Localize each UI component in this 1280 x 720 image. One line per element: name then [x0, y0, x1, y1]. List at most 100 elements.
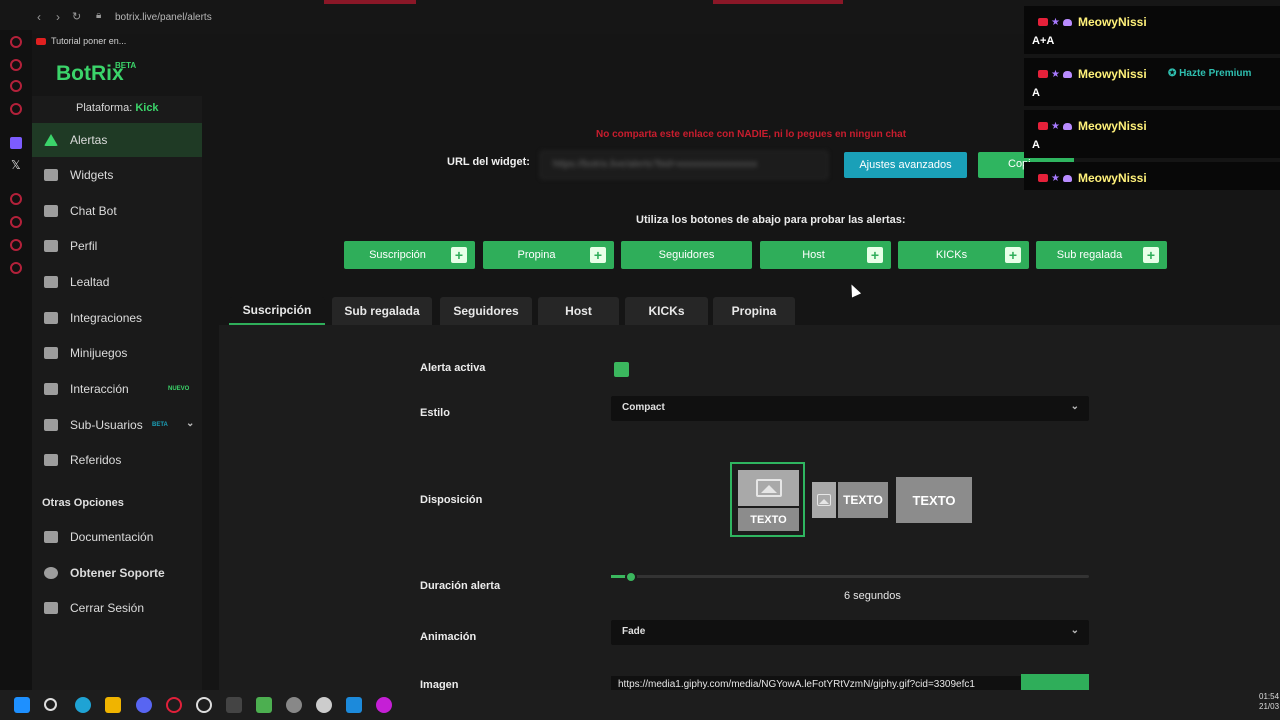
test-suscripcion-button[interactable]: Suscripción +	[344, 241, 475, 269]
tab-propina[interactable]: Propina	[713, 297, 795, 325]
back-icon[interactable]: ‹	[37, 10, 41, 24]
trophy-icon	[44, 276, 58, 288]
image-placeholder	[738, 470, 799, 506]
sidebar-item-soporte[interactable]: Obtener Soporte	[32, 556, 202, 590]
sidebar-app-icon[interactable]	[10, 239, 22, 251]
sidebar-item-sub-usuarios[interactable]: Sub-Usuarios BETA ⌄	[32, 408, 202, 442]
minecraft-icon[interactable]	[256, 697, 272, 713]
sidebar-app-icon[interactable]	[10, 80, 22, 92]
history-icon[interactable]	[10, 216, 22, 228]
tab-kicks[interactable]: KICKs	[625, 297, 708, 325]
search-icon[interactable]	[44, 698, 57, 711]
settings-icon[interactable]	[10, 262, 22, 274]
twitch-icon[interactable]	[10, 137, 22, 149]
discord-icon[interactable]	[136, 697, 152, 713]
duration-label: Duración alerta	[420, 580, 501, 592]
chat-message: ★ MeowyNissi A+A	[1024, 6, 1280, 54]
chevron-down-icon[interactable]: ⌄	[186, 418, 194, 429]
animation-select[interactable]: Fade ⌄	[611, 620, 1089, 645]
layout-option-stacked[interactable]: TEXTO	[730, 462, 805, 537]
obs-icon[interactable]	[196, 697, 212, 713]
test-propina-button[interactable]: Propina +	[483, 241, 614, 269]
logo-beta-badge: BETA	[115, 61, 137, 70]
tab-sub-regalada[interactable]: Sub regalada	[332, 297, 432, 325]
chat-message: ★ MeowyNissi	[1024, 162, 1280, 190]
layout-text-sample: TEXTO	[838, 482, 888, 518]
windows-start-icon[interactable]	[14, 697, 30, 713]
edge-icon[interactable]	[75, 697, 91, 713]
image-icon	[755, 479, 782, 497]
test-button-label: Seguidores	[658, 249, 715, 261]
sidebar-item-label: Widgets	[70, 168, 114, 182]
widgets-icon	[44, 169, 58, 181]
alert-active-checkbox[interactable]	[614, 362, 629, 377]
duration-slider-track[interactable]	[611, 575, 1089, 578]
music-note-icon	[44, 383, 58, 395]
premium-link[interactable]: ✪ Hazte Premium	[1168, 68, 1251, 79]
test-button-label: KICKs	[935, 249, 968, 261]
broadcaster-badge-icon	[1038, 122, 1048, 130]
opera-icon[interactable]	[10, 36, 22, 48]
sidebar-app-icon[interactable]	[10, 103, 22, 115]
other-options-heading: Otras Opciones	[42, 497, 124, 509]
integrations-icon	[44, 312, 58, 324]
logo[interactable]: BotRix	[56, 62, 124, 86]
sidebar-item-chat-bot[interactable]: Chat Bot	[32, 194, 202, 228]
chat-text: A	[1032, 87, 1040, 99]
referrals-icon	[44, 454, 58, 466]
premium-label: Hazte Premium	[1179, 68, 1252, 79]
app-icon[interactable]	[286, 697, 302, 713]
sidebar-item-integraciones[interactable]: Integraciones	[32, 301, 202, 335]
steam-icon[interactable]	[316, 697, 332, 713]
widget-url-field[interactable]: https://botrix.live/alerts?bid=xxxxxxxxx…	[540, 151, 828, 179]
sidebar-item-perfil[interactable]: Perfil	[32, 229, 202, 263]
system-clock[interactable]: 01:54 21/03	[1259, 692, 1279, 712]
sidebar-item-lealtad[interactable]: Lealtad	[32, 265, 202, 299]
app-icon[interactable]	[376, 697, 392, 713]
sidebar-item-alertas[interactable]: Alertas	[32, 123, 202, 157]
address-bar[interactable]: botrix.live/panel/alerts	[115, 12, 212, 23]
sidebar-item-label: Referidos	[70, 453, 122, 467]
style-value: Compact	[622, 402, 665, 413]
browser-tab-indicator	[324, 0, 416, 4]
tab-host[interactable]: Host	[538, 297, 619, 325]
test-host-button[interactable]: Host +	[760, 241, 891, 269]
forward-icon[interactable]: ›	[56, 10, 60, 24]
layout-option-overlay[interactable]: TEXTO	[896, 477, 972, 523]
plus-icon: +	[590, 247, 606, 263]
sidebar-item-documentacion[interactable]: Documentación	[32, 520, 202, 554]
test-button-label: Suscripción	[369, 249, 426, 261]
upload-button[interactable]	[1021, 674, 1089, 690]
sidebar-item-referidos[interactable]: Referidos	[32, 443, 202, 477]
sidebar-item-cerrar-sesion[interactable]: Cerrar Sesión	[32, 591, 202, 625]
opera-icon[interactable]	[166, 697, 182, 713]
x-icon[interactable]: 𝕏	[11, 158, 21, 172]
tab-suscripcion[interactable]: Suscripción	[229, 297, 325, 325]
photos-icon[interactable]	[346, 697, 362, 713]
tab-seguidores[interactable]: Seguidores	[440, 297, 532, 325]
test-kicks-button[interactable]: KICKs +	[898, 241, 1029, 269]
widget-url-label: URL del widget:	[447, 156, 530, 168]
folder-icon[interactable]	[105, 697, 121, 713]
style-label: Estilo	[420, 407, 450, 419]
sidebar-item-minijuegos[interactable]: Minijuegos	[32, 336, 202, 370]
test-seguidores-button[interactable]: Seguidores	[621, 241, 752, 269]
sidebar-item-widgets[interactable]: Widgets	[32, 158, 202, 192]
sidebar-app-icon[interactable]	[10, 59, 22, 71]
bookmark-item[interactable]: Tutorial poner en...	[36, 36, 126, 46]
reload-icon[interactable]: ↻	[72, 10, 81, 23]
users-icon	[44, 419, 58, 431]
layout-option-side[interactable]: TEXTO	[812, 482, 888, 518]
style-select[interactable]: Compact ⌄	[611, 396, 1089, 421]
sub-badge-icon	[1062, 70, 1072, 78]
app-icon[interactable]	[226, 697, 242, 713]
sidebar-item-interaccion[interactable]: Interacción NUEVO	[32, 372, 202, 406]
clock-date: 21/03	[1259, 702, 1280, 711]
duration-slider-handle[interactable]	[625, 571, 637, 583]
new-badge: NUEVO	[168, 386, 190, 392]
sidebar-app-icon[interactable]	[10, 193, 22, 205]
advanced-settings-button[interactable]: Ajustes avanzados	[844, 152, 967, 178]
test-sub-regalada-button[interactable]: Sub regalada +	[1036, 241, 1167, 269]
sub-badge-icon	[1062, 122, 1072, 130]
broadcaster-badge-icon	[1038, 174, 1048, 182]
